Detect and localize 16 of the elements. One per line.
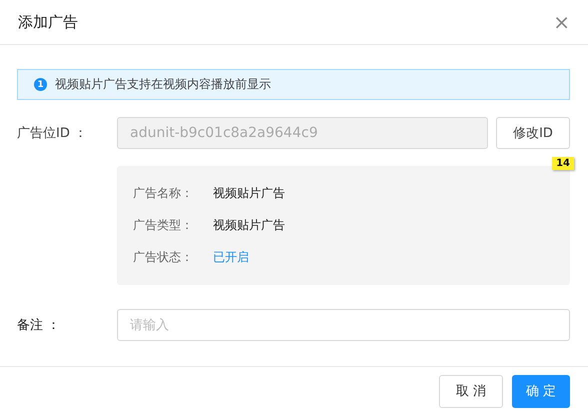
count-badge: 14: [552, 157, 574, 170]
detail-value: 视频贴片广告: [213, 184, 285, 202]
detail-label: 广告类型：: [133, 216, 194, 234]
info-icon: 1: [34, 78, 47, 91]
cancel-button[interactable]: 取 消: [439, 374, 503, 408]
status-value: 已开启: [213, 248, 249, 266]
field-label: 广告位ID ：: [17, 125, 88, 142]
detail-label: 广告状态：: [133, 248, 194, 266]
dialog-title: 添加广告: [18, 12, 78, 32]
field-label: 备注 ：: [17, 317, 62, 334]
remark-field[interactable]: 请输入: [117, 309, 570, 341]
detail-value: 视频贴片广告: [213, 216, 285, 234]
close-button[interactable]: ×: [553, 12, 570, 32]
detail-label: 广告名称：: [133, 184, 194, 202]
confirm-button[interactable]: 确 定: [512, 374, 570, 408]
alert-text: 视频贴片广告支持在视频内容播放前显示: [55, 76, 271, 93]
